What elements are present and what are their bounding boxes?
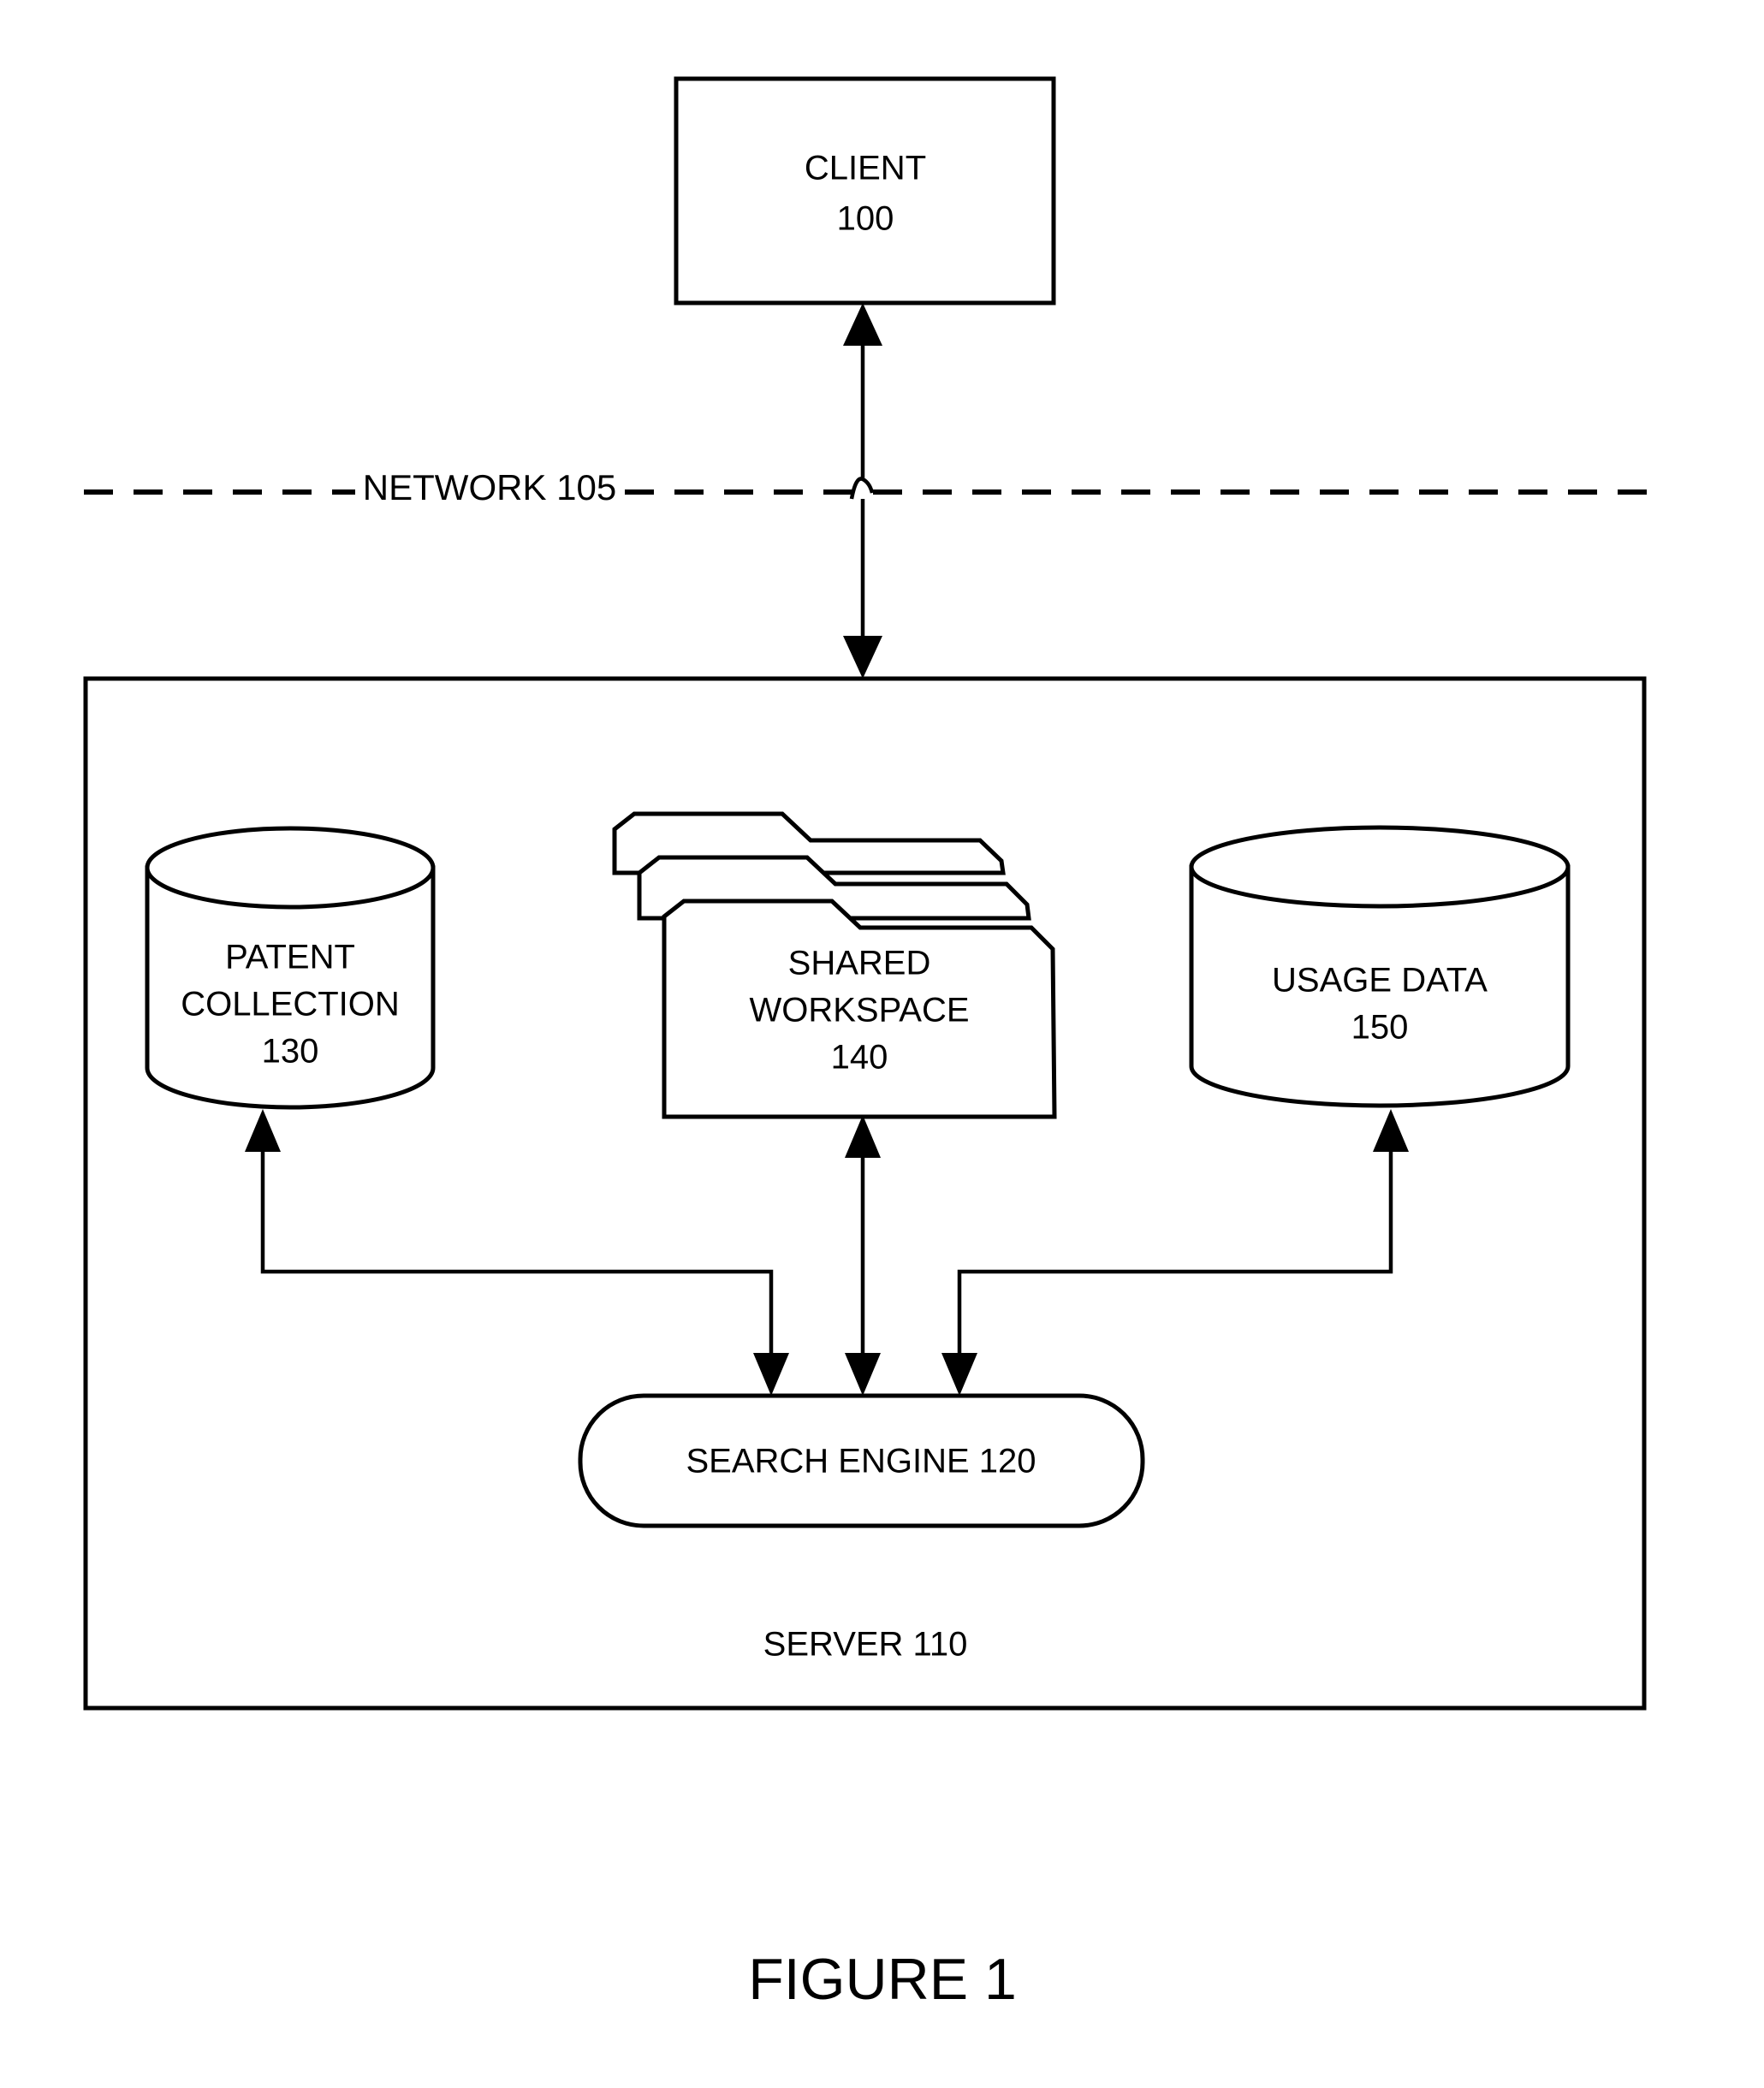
search-engine-node: SEARCH ENGINE 120 bbox=[578, 1393, 1145, 1528]
arrowhead-up-to-client bbox=[843, 303, 882, 346]
network-crossing-hop bbox=[849, 477, 875, 500]
shared-workspace-line2: WORKSPACE bbox=[749, 992, 969, 1029]
figure-root: CLIENT 100 NETWORK 105 SERVER 110 PATENT… bbox=[0, 0, 1764, 2088]
server-label: SERVER 110 bbox=[763, 1626, 968, 1664]
shared-workspace-line1: SHARED bbox=[788, 945, 931, 982]
usage-data-node: USAGE DATA 150 bbox=[1189, 825, 1571, 1108]
patent-collection-ref: 130 bbox=[262, 1033, 319, 1071]
client-node: CLIENT 100 bbox=[674, 76, 1056, 305]
network-boundary: NETWORK 105 bbox=[84, 467, 1647, 507]
shared-workspace-ref: 140 bbox=[831, 1039, 888, 1077]
search-engine-label: SEARCH ENGINE 120 bbox=[686, 1443, 1036, 1480]
patent-architecture-diagram: CLIENT 100 NETWORK 105 SERVER 110 PATENT… bbox=[83, 76, 1647, 2012]
patent-collection-line1: PATENT bbox=[225, 939, 355, 976]
patent-collection-line2: COLLECTION bbox=[181, 986, 400, 1023]
patent-collection-cylinder-top bbox=[145, 826, 436, 910]
figure-caption: FIGURE 1 bbox=[748, 1947, 1017, 2012]
client-box bbox=[674, 76, 1056, 305]
usage-data-cylinder-top bbox=[1189, 825, 1571, 909]
client-title: CLIENT bbox=[805, 150, 926, 187]
patent-collection-node: PATENT COLLECTION 130 bbox=[145, 826, 436, 1110]
shared-workspace-folder-front: SHARED WORKSPACE 140 bbox=[662, 899, 1057, 1119]
network-label: NETWORK 105 bbox=[363, 467, 616, 507]
usage-data-ref: 150 bbox=[1351, 1009, 1409, 1047]
usage-data-line1: USAGE DATA bbox=[1272, 962, 1488, 1000]
client-ref: 100 bbox=[837, 200, 894, 238]
arrowhead-down-to-server bbox=[843, 636, 882, 679]
